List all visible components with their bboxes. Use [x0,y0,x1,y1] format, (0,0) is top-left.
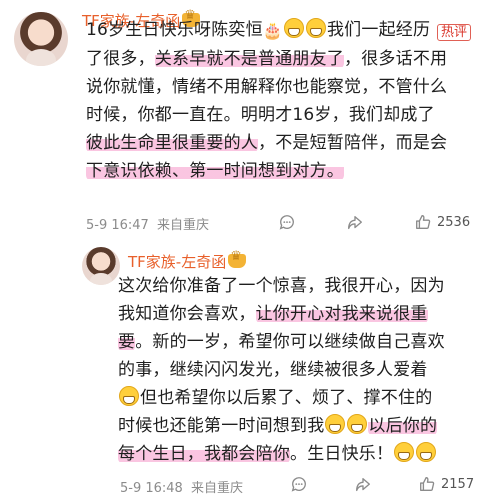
comment-line: 下意识依赖、第一时间想到对方。 [86,157,476,185]
like-icon[interactable] [418,475,436,493]
reply-icon[interactable] [290,476,308,494]
highlight: 关系早就不是普通朋友了 [154,49,345,69]
grin-emoji-icon [394,442,415,462]
highlight: 下意识依赖、第一时间想到对方。 [86,161,344,181]
avatar[interactable] [82,247,120,285]
comment-line: 这次给你准备了一个惊喜，我很开心，因为 [118,276,445,296]
cake-emoji-icon: 🎂 [262,21,283,40]
comment-line: 的事，继续闪闪发光，继续被很多人爱着 [118,360,428,380]
username-text[interactable]: TF家族-左奇函 [128,253,226,271]
avatar[interactable] [14,12,68,66]
comment-line: 说你就懂，情绪不用解释你也能察觉，不管什么 [86,77,448,97]
username[interactable]: TF家族-左奇函 [128,249,247,272]
comment-line: 时候，你都一直在。明明才16岁，我们却成了 [86,105,435,125]
timestamp: 5-9 16:47 [86,218,149,233]
like-icon[interactable] [414,213,432,231]
comment-line: 16岁生日快乐呀陈奕恒🎂 我们一起经历 [86,16,476,45]
like-count: 2157 [441,477,475,492]
highlight: 彼此生命里很重要的人 [86,133,258,153]
comment-line: 要。新的一岁，希望你可以继续做自己喜欢 [118,332,445,352]
comment-line: 了很多，关系早就不是普通朋友了，很多话不用 [86,49,448,69]
comment-line: 我知道你会喜欢，让你开心对我来说很重 [118,304,428,324]
comment-line: 每个生日，我都会陪你。生日快乐！ [118,440,478,468]
timestamp: 5-9 16:48 [120,481,183,496]
highlight: 以后你的 [368,416,438,436]
vip-badge-icon [228,249,247,268]
grin-emoji-icon [325,414,346,434]
grin-emoji-icon [416,442,437,462]
reply-icon[interactable] [278,214,296,232]
comment-line: 时候也还能第一时间想到我 以后你的 [118,414,438,436]
comment-text: 16岁生日快乐呀陈奕恒🎂 我们一起经历 了很多，关系早就不是普通朋友了，很多话不用… [86,16,476,185]
location: 来自重庆 [156,218,209,233]
highlight: 每个生日，我都会陪你 [118,444,290,464]
share-icon[interactable] [346,214,364,232]
comment-line: 彼此生命里很重要的人，不是短暂陪伴，而是会 [86,133,448,153]
comment-meta: 5-9 16:47 来自重庆 [86,214,209,233]
like-count: 2536 [437,215,471,230]
grin-emoji-icon [305,18,326,38]
comment-meta: 5-9 16:48 来自重庆 [120,477,243,496]
comment-text: 这次给你准备了一个惊喜，我很开心，因为 我知道你会喜欢，让你开心对我来说很重 要… [118,272,478,468]
grin-emoji-icon [119,386,139,406]
location: 来自重庆 [190,481,243,496]
comment-line: 但也希望你以后累了、烦了、撑不住的 [118,384,478,412]
grin-emoji-icon [347,414,368,434]
grin-emoji-icon [283,18,304,38]
share-icon[interactable] [354,476,372,494]
highlight: 要 [118,332,136,352]
highlight: 让你开心对我来说很重 [255,304,428,324]
